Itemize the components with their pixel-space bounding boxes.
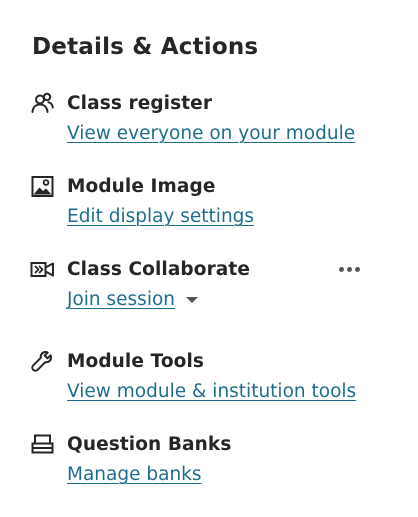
more-dot bbox=[355, 266, 360, 272]
wrench-icon bbox=[30, 349, 55, 374]
more-dot bbox=[339, 266, 344, 272]
module-tools-section: Module Tools View module & institution t… bbox=[30, 348, 380, 402]
panel-title: Details & Actions bbox=[32, 34, 259, 60]
module-image-title: Module Image bbox=[67, 175, 216, 197]
chevron-down-icon[interactable] bbox=[186, 297, 199, 303]
class-collaborate-section: Class Collaborate Join session bbox=[30, 256, 380, 310]
manage-banks-link[interactable]: Manage banks bbox=[67, 464, 202, 485]
module-tools-title: Module Tools bbox=[67, 350, 204, 372]
video-icon bbox=[30, 257, 55, 282]
question-banks-section: Question Banks Manage banks bbox=[30, 431, 380, 485]
class-collaborate-title: Class Collaborate bbox=[67, 258, 250, 280]
join-session-link[interactable]: Join session bbox=[67, 289, 175, 310]
module-image-section: Module Image Edit display settings bbox=[30, 173, 380, 227]
more-options-button[interactable] bbox=[339, 260, 360, 278]
more-dot bbox=[347, 266, 352, 272]
class-register-title: Class register bbox=[67, 92, 213, 114]
people-icon bbox=[30, 91, 55, 116]
question-banks-title: Question Banks bbox=[67, 433, 232, 455]
image-icon bbox=[30, 174, 55, 199]
view-everyone-link[interactable]: View everyone on your module bbox=[67, 123, 355, 144]
class-register-section: Class register View everyone on your mod… bbox=[30, 90, 380, 144]
edit-display-settings-link[interactable]: Edit display settings bbox=[67, 206, 254, 227]
question-bank-icon bbox=[30, 432, 55, 457]
join-session-row: Join session bbox=[30, 282, 380, 310]
view-module-tools-link[interactable]: View module & institution tools bbox=[67, 381, 356, 402]
